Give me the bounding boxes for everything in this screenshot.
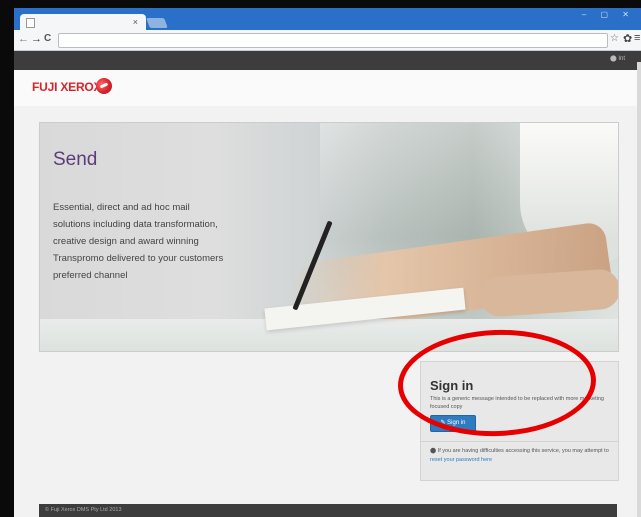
hero-line: Transpromo delivered to your customers [53,253,224,264]
address-bar[interactable] [58,33,608,48]
site-top-bar: ⬤ Int [14,51,641,70]
site-footer: © Fuji Xerox DMS Pty Ltd 2013 [39,504,617,517]
back-arrow-icon[interactable]: ← [18,33,29,45]
reload-icon[interactable]: C [44,33,51,44]
extension-icon[interactable]: ✿ [623,32,632,45]
hero-description: Essential, direct and ad hoc mail soluti… [53,199,283,284]
close-tab-icon[interactable]: × [133,17,138,27]
help-text: ⬤ If you are having difficulties accessi… [430,448,609,454]
user-menu[interactable]: ⬤ Int [610,55,625,62]
window-controls[interactable]: – ▢ ✕ [582,10,635,19]
page-content: Send Essential, direct and ad hoc mail s… [14,106,641,517]
sign-in-button[interactable]: ✎ Sign in [430,415,476,432]
menu-icon[interactable]: ≡ [634,32,640,44]
new-tab-button[interactable] [146,18,168,28]
hero-line: creative design and award winning [53,236,199,247]
scrollbar[interactable] [637,62,641,517]
hero-line: solutions including data transformation, [53,219,218,230]
hero-line: preferred channel [53,270,128,281]
hero-title: Send [53,149,98,170]
browser-tab[interactable]: × [20,14,146,30]
hero-banner: Send Essential, direct and ad hoc mail s… [39,122,619,352]
brand-logo-text[interactable]: FUJI XEROX [32,80,102,94]
bookmark-star-icon[interactable]: ☆ [610,33,619,44]
browser-window: × – ▢ ✕ ← → C ☆ ✿ ≡ ⬤ Int FUJI XEROX Sen… [14,8,641,517]
page-icon [26,18,35,28]
site-header: FUJI XEROX [14,70,641,106]
sign-in-heading: Sign in [430,378,474,393]
browser-toolbar: ← → C ☆ ✿ ≡ [14,30,641,51]
fuji-xerox-logo-icon [96,78,112,94]
hero-line: Essential, direct and ad hoc mail [53,202,190,213]
sign-in-message: This is a generic message intended to be… [430,396,604,410]
copyright-text: © Fuji Xerox DMS Pty Ltd 2013 [45,507,122,513]
tab-strip: × – ▢ ✕ [14,8,641,30]
divider [421,441,618,442]
sign-in-help: ⬤ If you are having difficulties accessi… [430,447,610,465]
forward-arrow-icon[interactable]: → [31,33,42,45]
reset-password-link[interactable]: reset your password here [430,457,492,463]
sign-in-panel: Sign in This is a generic message intend… [420,361,619,481]
